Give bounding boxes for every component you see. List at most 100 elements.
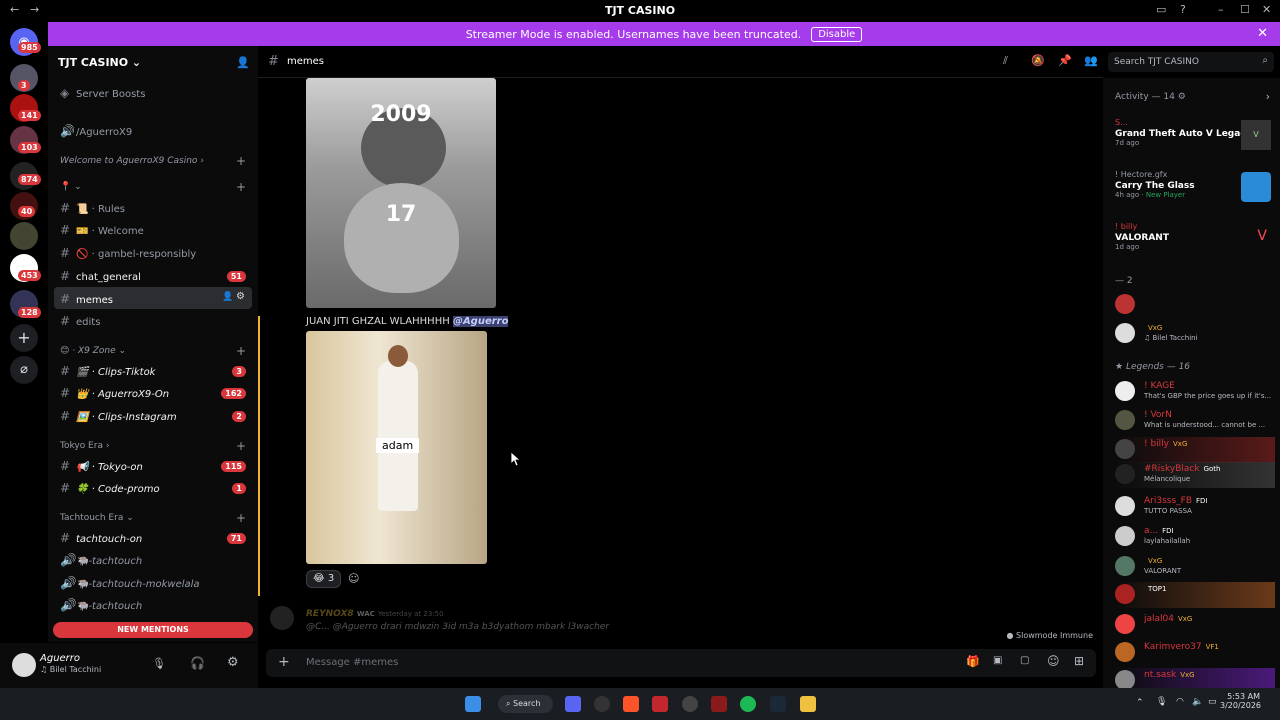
channel-clips-tiktok[interactable]: # 🎬 · Clips-Tiktok: [60, 364, 155, 378]
gift-icon[interactable]: 🎁: [966, 655, 980, 668]
member-item[interactable]: VxG ♫ Bilel Tacchini: [1115, 321, 1275, 347]
invite-member-icon[interactable]: 👤: [222, 292, 233, 302]
inbox-icon[interactable]: ▭: [1156, 3, 1166, 16]
server-boosts[interactable]: ◈ Server Boosts: [60, 86, 145, 100]
server-name[interactable]: TJT CASINO ⌄: [58, 56, 141, 69]
avatar[interactable]: [12, 653, 36, 677]
member-item[interactable]: jalal04 VxG: [1115, 612, 1275, 638]
member-item[interactable]: #RiskyBlack Goth Mélancolique: [1115, 462, 1275, 488]
member-item[interactable]: ! VorN What is understood... cannot be ..…: [1115, 408, 1275, 434]
category-tokyo-era[interactable]: Tokyo Era ›: [60, 441, 109, 451]
discord-taskbar-icon[interactable]: [565, 696, 581, 712]
member-list-icon[interactable]: 👥: [1084, 54, 1098, 67]
next-author[interactable]: REYNOX8 WAC Yesterday at 23:50: [306, 609, 444, 619]
help-icon[interactable]: ?: [1180, 3, 1186, 16]
add-server-icon[interactable]: +: [10, 324, 38, 352]
new-mentions-button[interactable]: NEW MENTIONS: [53, 622, 253, 638]
activity-card[interactable]: ! Hectore.gfx Carry The Glass 4h ago · N…: [1115, 170, 1275, 210]
category-pin[interactable]: 📍 ⌄: [60, 182, 82, 192]
reaction-pill[interactable]: 😂 3: [306, 570, 342, 588]
voice-channel[interactable]: 🔊🐃-tachtouch: [60, 598, 142, 612]
add-channel-icon[interactable]: +: [236, 439, 246, 453]
voice-channel[interactable]: 🔊/AguerroX9: [60, 124, 132, 138]
microphone-icon[interactable]: 🎙: [152, 657, 166, 670]
member-item[interactable]: TOP1: [1115, 582, 1275, 608]
discover-icon[interactable]: ⌀: [10, 356, 38, 384]
attach-plus-icon[interactable]: +: [278, 654, 290, 670]
add-channel-icon[interactable]: +: [236, 180, 246, 194]
activity-card[interactable]: S... Grand Theft Auto V Legacy 7d ago V: [1115, 118, 1275, 158]
emoji-icon[interactable]: ☺: [1047, 654, 1060, 668]
channel-chat-general[interactable]: # chat_general: [60, 269, 141, 283]
channel-rules[interactable]: # 📜 · Rules: [60, 201, 125, 215]
close-window-icon[interactable]: ✕: [1262, 3, 1271, 16]
voice-channel[interactable]: 🔊🐃-tachtouch-mokwelala: [60, 576, 200, 590]
brave-icon[interactable]: [623, 696, 639, 712]
maximize-icon[interactable]: ☐: [1240, 3, 1250, 16]
close-banner-icon[interactable]: ✕: [1257, 26, 1268, 41]
tray-chevron-icon[interactable]: ⌃: [1136, 698, 1144, 708]
add-reaction-icon[interactable]: ☺: [348, 572, 359, 585]
search-input[interactable]: Search TJT CASINO ⌕: [1108, 52, 1274, 72]
threads-icon[interactable]: ⫽: [1003, 54, 1008, 68]
add-channel-icon[interactable]: +: [236, 154, 246, 168]
member-item[interactable]: a... FDI laylahailallah: [1115, 524, 1275, 550]
category-tachtouch-era[interactable]: Tachtouch Era ⌄: [60, 513, 134, 523]
channel-tachtouch-on[interactable]: # tachtouch-on: [60, 531, 142, 545]
file-explorer-icon[interactable]: [800, 696, 816, 712]
member-item[interactable]: VxG VALORANT: [1115, 554, 1275, 580]
app-taskbar-icon[interactable]: [594, 696, 610, 712]
channel-aguerrox9-on[interactable]: # 👑 · AguerroX9-On: [60, 386, 169, 400]
category-welcome[interactable]: Welcome to AguerroX9 Casino ›: [60, 156, 204, 166]
channel-memes[interactable]: # memes: [60, 292, 113, 306]
member-item[interactable]: ! KAGE That's GBP the price goes up if it…: [1115, 379, 1275, 405]
spotify-icon[interactable]: [740, 696, 756, 712]
member-item[interactable]: [1115, 292, 1275, 318]
channel-gambel-responsibly[interactable]: # 🚫 · gambel-responsibly: [60, 246, 196, 260]
channel-clips-instagram[interactable]: # 🖼️ · Clips-Instagram: [60, 409, 177, 423]
add-channel-icon[interactable]: +: [236, 344, 246, 358]
battery-icon[interactable]: ▭: [1208, 697, 1217, 707]
gif-icon[interactable]: ▣: [993, 655, 1002, 666]
wifi-icon[interactable]: ◠: [1176, 697, 1184, 707]
mute-icon[interactable]: 🔕: [1031, 54, 1045, 67]
taskbar-search[interactable]: ⌕ Search: [498, 695, 553, 713]
pin-icon[interactable]: 📌: [1058, 54, 1072, 67]
app-taskbar-icon[interactable]: [711, 696, 727, 712]
add-channel-icon[interactable]: +: [236, 511, 246, 525]
invite-icon[interactable]: 👤: [236, 56, 250, 69]
mic-tray-icon[interactable]: 🎙: [1156, 697, 1167, 707]
minimize-icon[interactable]: –: [1218, 3, 1224, 16]
meme-image-boy[interactable]: adam: [306, 331, 487, 564]
channel-edits[interactable]: # edits: [60, 314, 100, 328]
channel-welcome[interactable]: # 🎫 · Welcome: [60, 223, 144, 237]
windows-start-icon[interactable]: [465, 696, 481, 712]
chevron-right-icon[interactable]: ›: [1266, 90, 1270, 103]
member-item[interactable]: Ari3sss_FB FDI TUTTO PASSA: [1115, 494, 1275, 520]
avatar[interactable]: [270, 606, 294, 630]
server-icon[interactable]: [10, 222, 38, 250]
meme-label: adam: [376, 438, 420, 453]
user-settings-icon[interactable]: ⚙: [227, 655, 239, 670]
member-item[interactable]: nt.sask VxG: [1115, 668, 1275, 688]
disable-button[interactable]: Disable: [811, 26, 863, 42]
user-mention[interactable]: @Aguerro: [452, 316, 509, 327]
apps-icon[interactable]: ⊞: [1074, 654, 1084, 668]
voice-channel[interactable]: 🔊🐃-tachtouch: [60, 553, 142, 567]
headphones-icon[interactable]: 🎧: [190, 656, 205, 670]
clock[interactable]: 5:53 AM 3/20/2026: [1220, 692, 1261, 710]
app-taskbar-icon[interactable]: [682, 696, 698, 712]
member-item[interactable]: ! billy VxG: [1115, 437, 1275, 463]
activity-card[interactable]: ! billy VALORANT 1d ago V: [1115, 222, 1275, 262]
channel-tokyo-on[interactable]: # 📢 · Tokyo-on: [60, 459, 143, 473]
settings-gear-icon[interactable]: ⚙: [236, 291, 245, 302]
volume-icon[interactable]: 🔈: [1192, 697, 1203, 707]
category-x9-zone[interactable]: 😊 · X9 Zone ⌄: [60, 346, 126, 356]
adobe-icon[interactable]: [652, 696, 668, 712]
member-item[interactable]: Karimvero37 VF1: [1115, 640, 1275, 666]
steam-icon[interactable]: [770, 696, 786, 712]
meme-image-lion-cat[interactable]: 2009 17: [306, 78, 496, 308]
message-input[interactable]: + Message #memes 🎁 ▣ ▢ ☺ ⊞: [266, 649, 1096, 677]
channel-code-promo[interactable]: # 🍀 · Code-promo: [60, 481, 160, 495]
sticker-icon[interactable]: ▢: [1020, 655, 1029, 666]
